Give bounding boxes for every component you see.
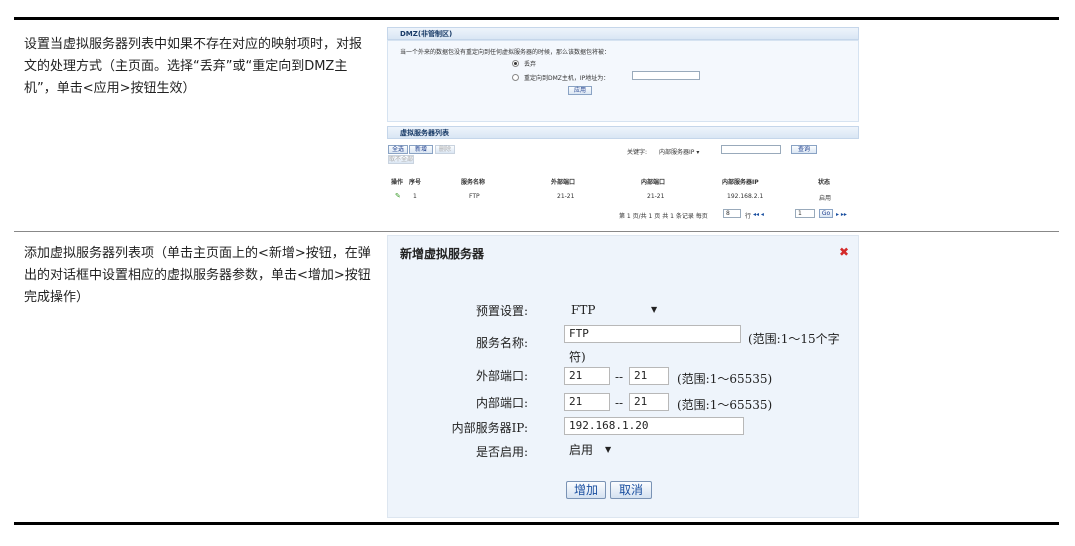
col-status: 状态 (818, 179, 831, 186)
service-name-hint-cont: 符) (569, 350, 586, 364)
close-icon[interactable]: ✖ (839, 245, 849, 259)
add-virtual-server-dialog: 新增虚拟服务器 ✖ 预置设置: FTP ▼ 服务名称: FTP (范围:1～15… (387, 235, 859, 518)
per-page-unit: 行 (745, 213, 752, 220)
search-button[interactable]: 查询 (791, 145, 817, 154)
row-ext-port: 21-21 (557, 193, 575, 200)
dmz-ip-input[interactable] (632, 71, 700, 80)
dmz-panel: 当一个外来的数据包没有重定向到任何虚拟服务器的时候，那么该数据包将被： 丢弃 重… (387, 40, 859, 122)
preset-value: FTP (571, 303, 596, 317)
col-action: 操作 (391, 179, 404, 186)
pager-next-last[interactable]: ▸ ▸▸ (836, 211, 847, 218)
col-ext-port: 外部端口 (551, 179, 576, 186)
col-service: 服务名称 (461, 179, 486, 186)
int-port-hint: (范围:1～65535) (677, 398, 773, 412)
apply-button[interactable]: 应用 (568, 86, 592, 95)
int-port-from-input[interactable]: 21 (564, 393, 610, 411)
edit-icon[interactable]: ✎ (395, 192, 401, 200)
dmz-virtual-server-screenshot: DMZ(非管制区) 当一个外来的数据包没有重定向到任何虚拟服务器的时候，那么该数… (387, 27, 859, 230)
ip-label: 内部服务器IP: (451, 421, 528, 435)
go-button[interactable]: Go (819, 209, 833, 218)
top-rule (14, 17, 1059, 20)
row-2-description: 添加虚拟服务器列表项（单击主页面上的<新增>按钮，在弹出的对话框中设置相应的虚拟… (24, 246, 371, 305)
row-int-port: 21-21 (647, 193, 665, 200)
delete-button[interactable]: 删除 (435, 145, 455, 154)
keyword-label: 关键字: (627, 149, 648, 156)
deselect-all-button[interactable]: 取不全部 (388, 155, 414, 164)
pager-first-prev[interactable]: ◂◂ ◂ (753, 211, 764, 218)
row-ip: 192.168.2.1 (727, 193, 764, 200)
add-button[interactable]: 新增 (409, 145, 433, 154)
col-int-port: 内部端口 (641, 179, 666, 186)
int-port-to-input[interactable]: 21 (629, 393, 669, 411)
enable-select[interactable]: 启用 ▼ (569, 441, 619, 459)
int-port-label: 内部端口: (475, 396, 528, 410)
service-name-input[interactable]: FTP (564, 325, 741, 343)
cancel-button[interactable]: 取消 (610, 481, 652, 499)
bottom-rule (14, 522, 1059, 525)
ext-port-to-input[interactable]: 21 (629, 367, 669, 385)
enable-value: 启用 (569, 443, 594, 457)
radio-drop[interactable] (512, 60, 519, 67)
service-name-hint: (范围:1～15个字 (748, 332, 840, 346)
int-port-separator: -- (615, 396, 624, 410)
dropdown-arrow-icon: ▾ (696, 149, 700, 156)
service-name-label: 服务名称: (475, 336, 528, 350)
ext-port-from-input[interactable]: 21 (564, 367, 610, 385)
vs-list-panel: 全选 新增 删除 取不全部 关键字: 内部服务器IP ▾ 查询 操作 序号 服务… (387, 141, 859, 230)
per-page-input[interactable]: 8 (723, 209, 741, 218)
row-1-description: 设置当虚拟服务器列表中如果不存在对应的映射项时，对报文的处理方式（主页面。选择“… (24, 37, 363, 96)
col-ip: 内部服务器IP (722, 179, 759, 186)
pager-text: 第 1 页/共 1 页 共 1 条记录 每页 (619, 213, 708, 220)
preset-select[interactable]: FTP ▼ (571, 301, 661, 319)
radio-redirect-label: 重定向到DMZ主机，IP地址为： (524, 75, 610, 82)
keyword-select[interactable]: 内部服务器IP ▾ (659, 147, 699, 156)
add-confirm-button[interactable]: 增加 (566, 481, 606, 499)
select-all-button[interactable]: 全选 (388, 145, 408, 154)
ext-port-separator: -- (615, 370, 624, 384)
dmz-header: DMZ(非管制区) (387, 27, 859, 40)
dmz-prompt: 当一个外来的数据包没有重定向到任何虚拟服务器的时候，那么该数据包将被： (400, 49, 611, 56)
middle-rule (14, 231, 1059, 232)
radio-redirect[interactable] (512, 74, 519, 81)
page-num-input[interactable]: 1 (795, 209, 815, 218)
ext-port-hint: (范围:1～65535) (677, 372, 773, 386)
col-index: 序号 (409, 179, 422, 186)
vs-list-header: 虚拟服务器列表 (387, 126, 859, 139)
dialog-title: 新增虚拟服务器 (400, 247, 485, 261)
preset-label: 预置设置: (475, 304, 528, 318)
row-status: 启用 (819, 195, 832, 202)
dropdown-arrow-icon: ▼ (605, 445, 612, 454)
radio-drop-label: 丢弃 (524, 61, 537, 68)
dropdown-arrow-icon: ▼ (651, 305, 658, 314)
keyword-input[interactable] (721, 145, 781, 154)
ext-port-label: 外部端口: (475, 369, 528, 383)
keyword-select-value: 内部服务器IP (659, 149, 695, 156)
ip-input[interactable]: 192.168.1.20 (564, 417, 744, 435)
row-service: FTP (469, 193, 480, 200)
enable-label: 是否启用: (475, 445, 528, 459)
row-index: 1 (413, 193, 417, 200)
